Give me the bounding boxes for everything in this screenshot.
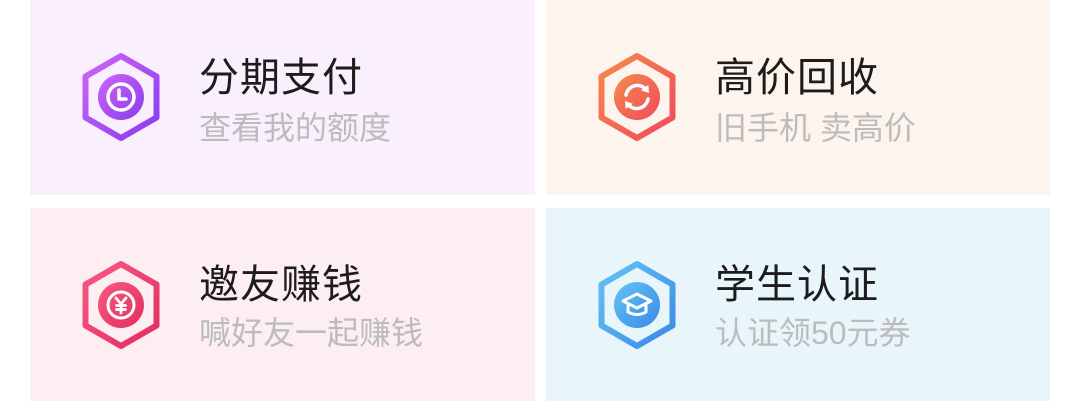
card-title: 分期支付 [199,56,363,100]
card-subtitle: 查看我的额度 [199,110,392,146]
card-subtitle: 旧手机 卖高价 [715,110,916,146]
card-student-verification[interactable]: 学生认证 认证领50元券 [546,208,1050,401]
card-subtitle: 喊好友一起赚钱 [199,315,424,351]
card-title: 高价回收 [715,56,879,100]
card-subtitle: 认证领50元券 [715,315,911,351]
card-title: 邀友赚钱 [199,263,363,307]
card-installment-payment[interactable]: 分期支付 查看我的额度 [30,0,535,195]
card-invite-friends[interactable]: 邀友赚钱 喊好友一起赚钱 [30,208,535,401]
yen-coin-icon [81,260,161,350]
card-title: 学生认证 [715,263,879,307]
graduation-cap-icon [597,260,677,350]
card-recycling[interactable]: 高价回收 旧手机 卖高价 [546,0,1050,195]
clock-icon [81,52,161,142]
refresh-icon [597,52,677,142]
